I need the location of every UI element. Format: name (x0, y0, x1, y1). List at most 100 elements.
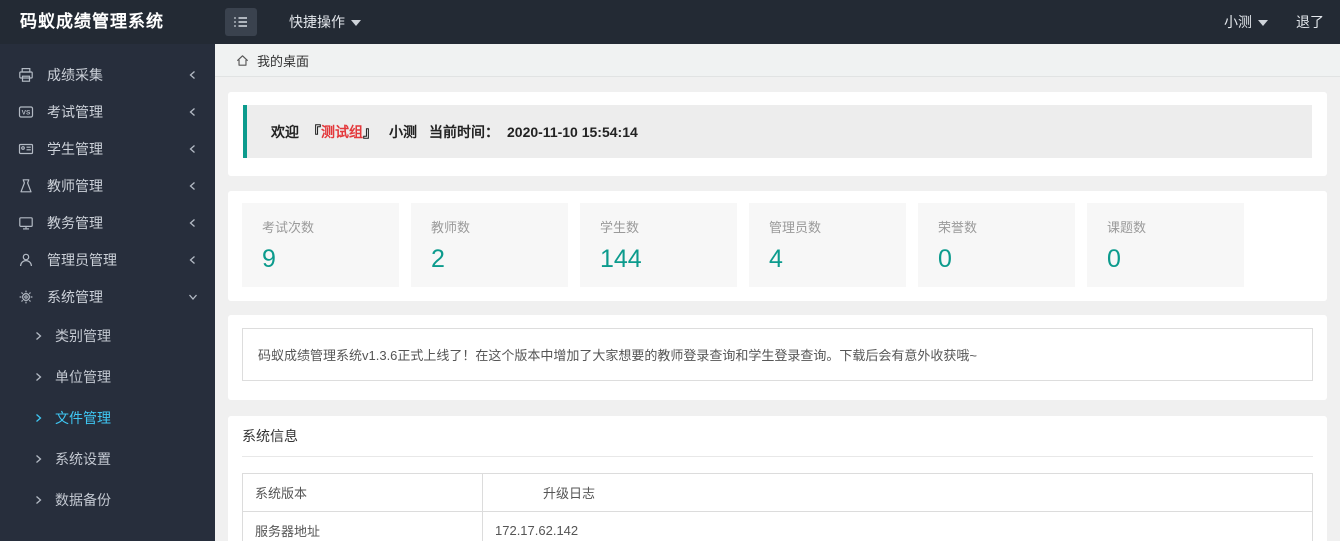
welcome-username: 小测 (389, 123, 417, 140)
row-value: 172.17.62.142 (482, 511, 1313, 541)
stat-label: 教师数 (431, 220, 471, 235)
topbar: 码蚁成绩管理系统 快捷操作 小测 退了 (0, 0, 1340, 44)
sidebar-toggle-button[interactable] (225, 8, 257, 36)
user-menu[interactable]: 小测 (1224, 12, 1268, 32)
list-icon (234, 17, 247, 27)
sidebar-item-score-collect[interactable]: 成绩采集 (0, 56, 215, 93)
sidebar-subitem-file-mgmt[interactable]: 文件管理 (0, 397, 215, 438)
welcome-prefix: 欢迎 (271, 123, 299, 140)
stat-value: 0 (938, 245, 952, 273)
row-key: 系统版本 (242, 473, 483, 512)
chevron-left-icon (189, 144, 195, 153)
sidebar-item-admin-mgmt[interactable]: 管理员管理 (0, 241, 215, 278)
sidebar-subitem-data-backup[interactable]: 数据备份 (0, 479, 215, 520)
stat-card-topic-count: 课题数 0 (1087, 203, 1244, 287)
sidebar-item-label: 考试管理 (47, 103, 103, 120)
stat-label: 管理员数 (769, 220, 822, 235)
chevron-left-icon (189, 107, 195, 116)
chevron-left-icon (189, 255, 195, 264)
system-info-title: 系统信息 (242, 416, 1313, 457)
chevron-right-icon (36, 454, 42, 463)
welcome-message: 欢迎 『 测试组 』 小测 当前时间： 2020-11-10 15:54:14 (243, 105, 1312, 158)
sidebar-subitem-label: 单位管理 (55, 368, 111, 385)
breadcrumb-item-desktop[interactable]: 我的桌面 (257, 51, 309, 70)
sidebar-subitem-label: 数据备份 (55, 491, 111, 508)
sidebar-item-system-mgmt[interactable]: 系统管理 (0, 278, 215, 315)
stat-card-teacher-count: 教师数 2 (411, 203, 568, 287)
stat-value: 2 (431, 245, 445, 273)
sidebar-subitem-system-settings[interactable]: 系统设置 (0, 438, 215, 479)
id-card-icon (18, 143, 34, 154)
chevron-right-icon (36, 331, 42, 340)
quick-actions-menu[interactable]: 快捷操作 (289, 12, 361, 32)
table-row: 系统版本 升级日志 (242, 473, 1313, 512)
bracket-open: 『 (307, 123, 321, 140)
sidebar-item-label: 教师管理 (47, 177, 103, 194)
sidebar-item-teacher-mgmt[interactable]: 教师管理 (0, 167, 215, 204)
stat-value: 0 (1107, 245, 1121, 273)
sidebar-subitem-label: 文件管理 (55, 409, 111, 426)
sidebar-item-label: 学生管理 (47, 140, 103, 157)
stat-label: 课题数 (1107, 220, 1147, 235)
sidebar-subitem-unit-mgmt[interactable]: 单位管理 (0, 356, 215, 397)
sidebar: 成绩采集 VS 考试管理 学生管理 教师管理 教务管理 管理员管理 系统管理 类… (0, 44, 215, 541)
sidebar-subitem-category-mgmt[interactable]: 类别管理 (0, 315, 215, 356)
username-label: 小测 (1224, 14, 1252, 30)
announcement-text: 码蚁成绩管理系统v1.3.6正式上线了！在这个版本中增加了大家想要的教师登录查询… (258, 348, 978, 363)
chevron-left-icon (189, 70, 195, 79)
stat-value: 9 (262, 245, 276, 273)
sidebar-item-label: 成绩采集 (47, 66, 103, 83)
stat-card-exam-count: 考试次数 9 (242, 203, 399, 287)
quick-actions-label: 快捷操作 (289, 14, 345, 30)
monitor-icon (19, 216, 33, 229)
svg-text:VS: VS (22, 109, 31, 116)
chevron-right-icon (36, 495, 42, 504)
sidebar-subitem-label: 类别管理 (55, 327, 111, 344)
current-time-label: 当前时间： (429, 123, 499, 140)
chevron-left-icon (189, 218, 195, 227)
gear-icon (19, 290, 33, 303)
chevron-right-icon (36, 413, 42, 422)
stats-panel: 考试次数 9 教师数 2 学生数 144 管理员数 4 荣誉数 0 课题数 0 (228, 191, 1327, 301)
chevron-right-icon (36, 372, 42, 381)
sidebar-item-label: 教务管理 (47, 214, 103, 231)
stat-card-honor-count: 荣誉数 0 (918, 203, 1075, 287)
announcement-panel: 码蚁成绩管理系统v1.3.6正式上线了！在这个版本中增加了大家想要的教师登录查询… (228, 315, 1327, 400)
system-info-table: 系统版本 升级日志 服务器地址 172.17.62.142 (242, 473, 1313, 541)
stat-card-admin-count: 管理员数 4 (749, 203, 906, 287)
sidebar-item-label: 管理员管理 (47, 251, 117, 268)
system-info-panel: 系统信息 系统版本 升级日志 服务器地址 172.17.62.142 (228, 416, 1327, 541)
user-icon (20, 253, 32, 266)
sidebar-item-academic-mgmt[interactable]: 教务管理 (0, 204, 215, 241)
main-content: 我的桌面 欢迎 『 测试组 』 小测 当前时间： 2020-11-10 15:5… (215, 44, 1340, 541)
stat-label: 学生数 (600, 220, 640, 235)
chevron-down-icon (189, 294, 197, 300)
dress-icon (20, 178, 32, 192)
sidebar-item-exam-mgmt[interactable]: VS 考试管理 (0, 93, 215, 130)
bracket-close: 』 (363, 123, 377, 140)
vs-badge-icon: VS (18, 105, 34, 118)
logout-button[interactable]: 退了 (1296, 12, 1324, 32)
app-title: 码蚁成绩管理系统 (20, 12, 164, 31)
stat-label: 考试次数 (262, 220, 315, 235)
logout-label: 退了 (1296, 14, 1324, 30)
announcement-box: 码蚁成绩管理系统v1.3.6正式上线了！在这个版本中增加了大家想要的教师登录查询… (242, 328, 1313, 381)
stat-card-student-count: 学生数 144 (580, 203, 737, 287)
sidebar-item-student-mgmt[interactable]: 学生管理 (0, 130, 215, 167)
home-icon (236, 54, 249, 66)
sidebar-item-label: 系统管理 (47, 288, 103, 305)
printer-icon (19, 67, 33, 82)
row-value: 升级日志 (482, 473, 1313, 512)
row-key: 服务器地址 (242, 511, 483, 541)
group-name: 测试组 (321, 123, 363, 140)
stat-value: 144 (600, 245, 642, 273)
table-row: 服务器地址 172.17.62.142 (242, 511, 1313, 541)
stat-label: 荣誉数 (938, 220, 978, 235)
caret-down-icon (1258, 20, 1268, 26)
chevron-left-icon (189, 181, 195, 190)
current-time-value: 2020-11-10 15:54:14 (507, 123, 638, 140)
stat-value: 4 (769, 245, 783, 273)
sidebar-subitem-label: 系统设置 (55, 450, 111, 467)
breadcrumb: 我的桌面 (215, 44, 1340, 77)
welcome-panel: 欢迎 『 测试组 』 小测 当前时间： 2020-11-10 15:54:14 (228, 92, 1327, 176)
